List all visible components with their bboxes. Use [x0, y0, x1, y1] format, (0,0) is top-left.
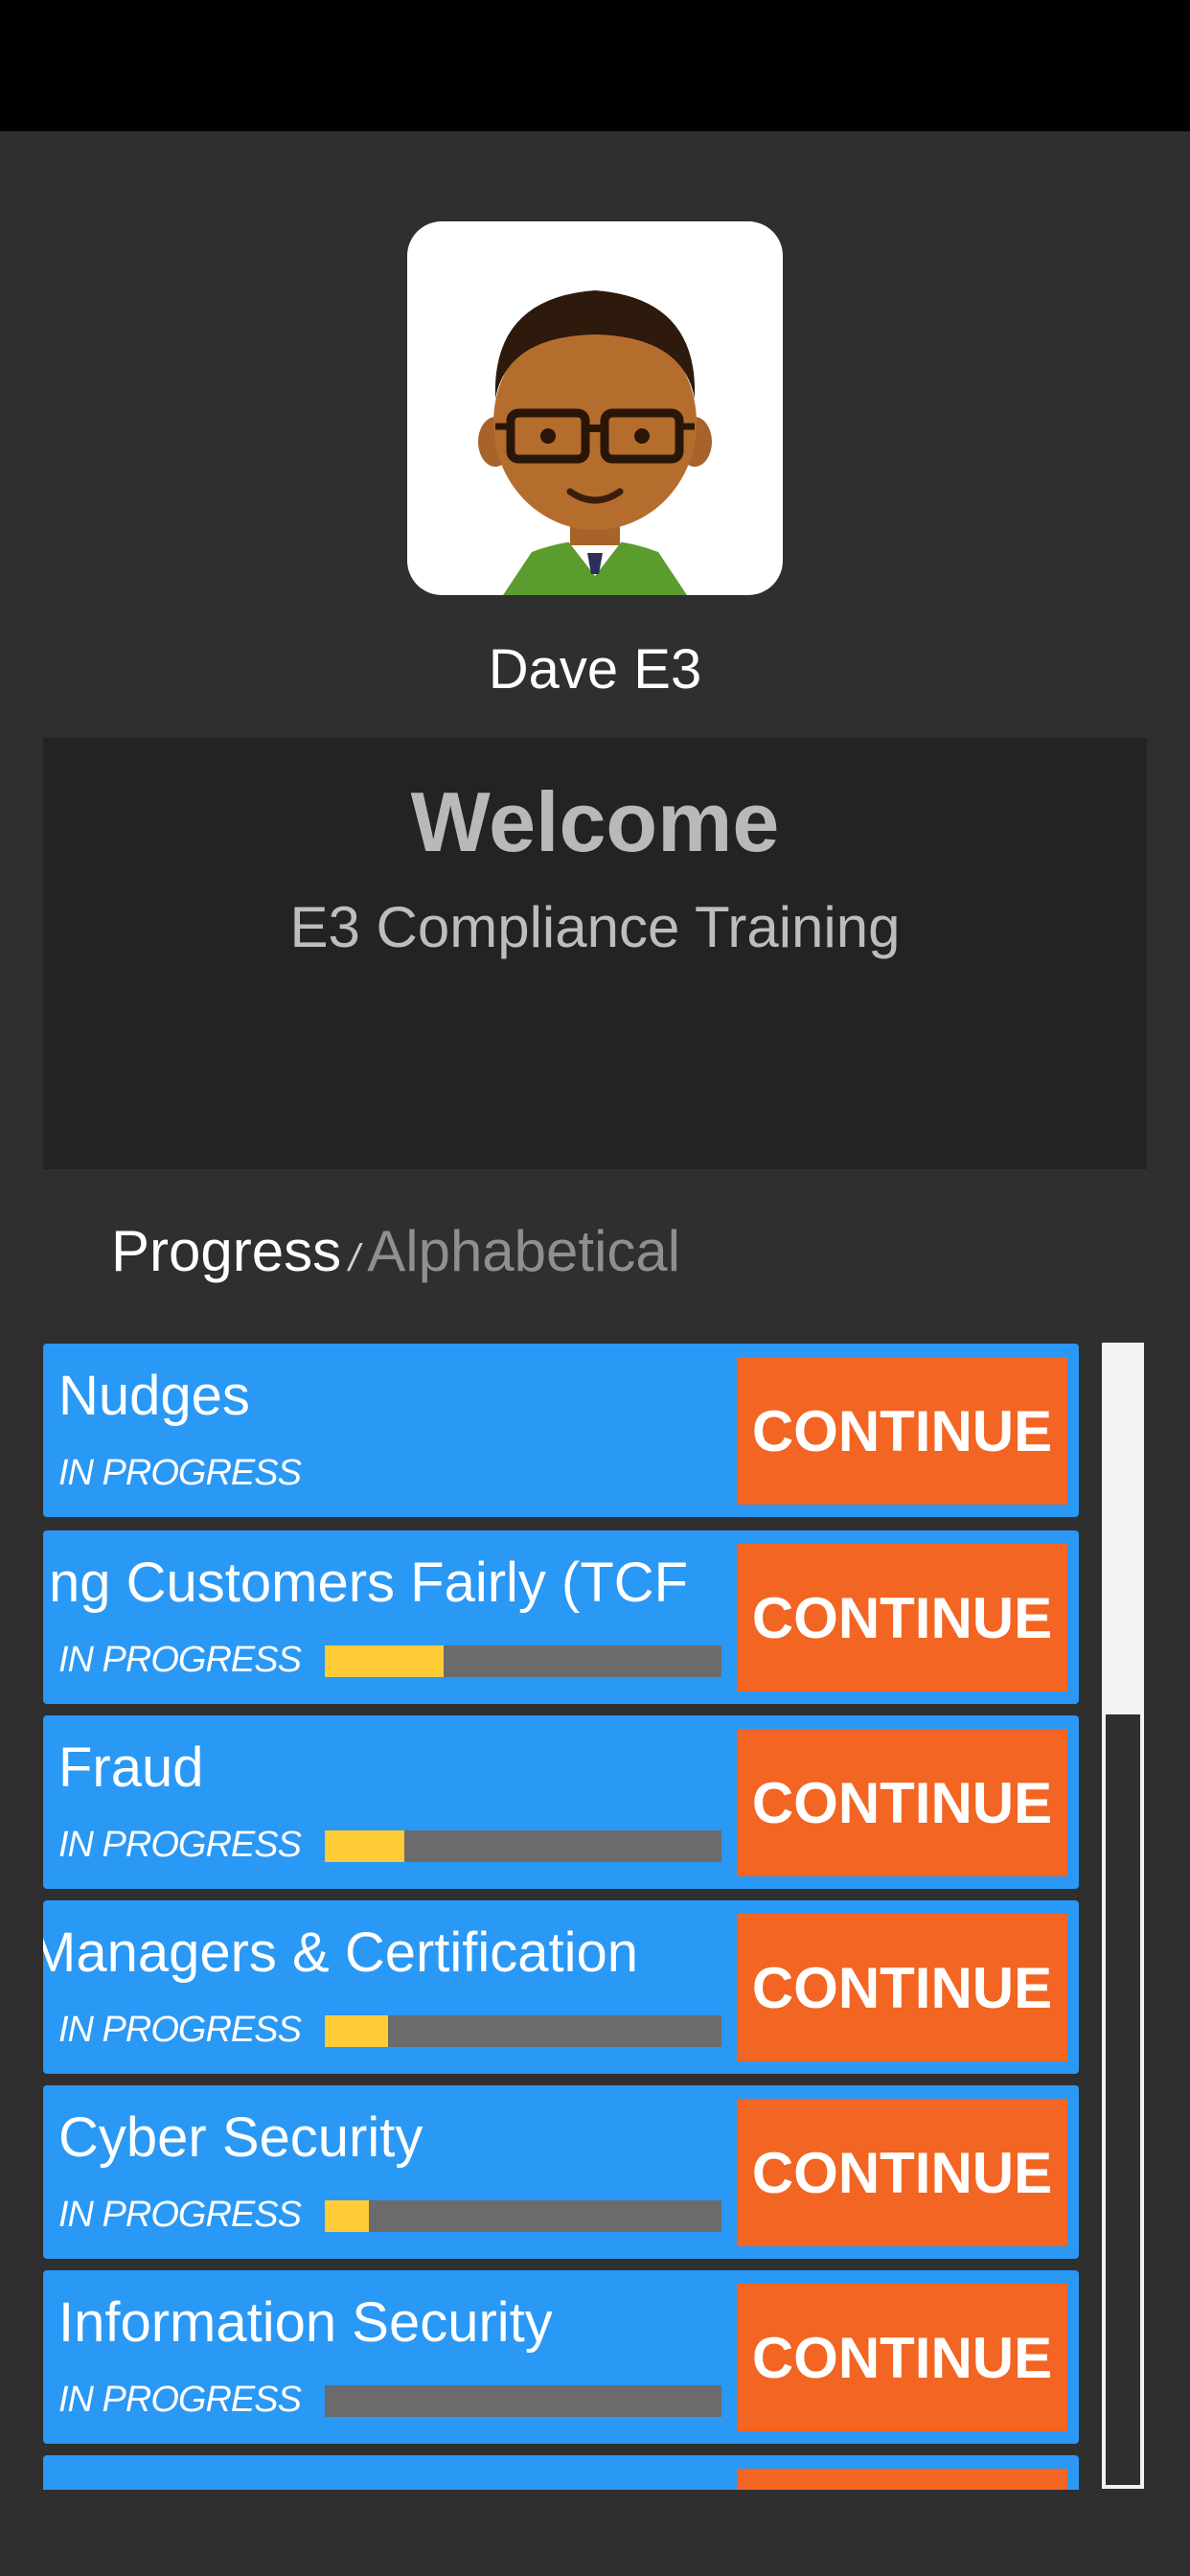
welcome-subtitle: E3 Compliance Training	[289, 895, 901, 959]
course-card[interactable]: Cyber Security IN PROGRESS CONTINUE	[43, 2085, 1079, 2259]
avatar-cartoon-icon	[478, 290, 712, 595]
sort-progress-tab[interactable]: Progress	[111, 1219, 341, 1283]
course-status: IN PROGRESS	[58, 2380, 302, 2420]
course-card[interactable]: Nudges IN PROGRESS CONTINUE	[43, 1344, 1079, 1517]
course-card[interactable]: Managers & Certification IN PROGRESS CON…	[43, 1900, 1079, 2074]
course-title: Managers & Certification	[43, 1921, 639, 1984]
user-name: Dave E3	[488, 638, 702, 701]
continue-button[interactable]: CONTINUE	[737, 1914, 1067, 2061]
status-bar	[0, 0, 1190, 131]
progress-bar	[325, 2200, 721, 2232]
avatar[interactable]	[407, 221, 783, 595]
sort-alphabetical-tab[interactable]: Alphabetical	[367, 1219, 680, 1283]
progress-bar	[325, 2385, 721, 2417]
continue-button[interactable]: CONTINUE	[737, 1544, 1067, 1691]
course-status: IN PROGRESS	[58, 2195, 302, 2235]
continue-button-partial[interactable]	[737, 2469, 1067, 2490]
course-card[interactable]	[43, 2455, 1079, 2490]
sort-separator: /	[349, 1237, 360, 1279]
course-status: IN PROGRESS	[58, 1453, 302, 1493]
progress-fill	[325, 2200, 369, 2232]
progress-fill	[325, 2015, 389, 2047]
course-list[interactable]: Nudges IN PROGRESS CONTINUE ng Customers…	[43, 1344, 1079, 2490]
progress-fill	[325, 1830, 404, 1862]
welcome-title: Welcome	[410, 774, 780, 869]
progress-bar	[325, 1830, 721, 1862]
course-title: ng Customers Fairly (TCF	[49, 1552, 689, 1614]
progress-fill	[325, 1645, 445, 1677]
course-status: IN PROGRESS	[58, 1640, 302, 1680]
continue-button[interactable]: CONTINUE	[737, 2099, 1067, 2246]
continue-button[interactable]: CONTINUE	[737, 2284, 1067, 2431]
course-card[interactable]: ng Customers Fairly (TCF IN PROGRESS CON…	[43, 1530, 1079, 1704]
sort-toggle: Progress / Alphabetical	[111, 1215, 680, 1288]
continue-button[interactable]: CONTINUE	[737, 1729, 1067, 1876]
continue-button[interactable]: CONTINUE	[737, 1357, 1067, 1505]
course-title: Fraud	[58, 1736, 204, 1799]
course-status: IN PROGRESS	[58, 2010, 302, 2050]
progress-bar	[325, 2015, 721, 2047]
course-card[interactable]: Information Security IN PROGRESS CONTINU…	[43, 2270, 1079, 2444]
course-title: Information Security	[58, 2291, 553, 2354]
scrollbar-thumb[interactable]	[1106, 1346, 1140, 1714]
progress-bar	[325, 1645, 721, 1677]
course-card[interactable]: Fraud IN PROGRESS CONTINUE	[43, 1715, 1079, 1889]
course-title: Nudges	[58, 1365, 250, 1427]
course-title: Cyber Security	[58, 2106, 423, 2169]
welcome-panel: Welcome E3 Compliance Training	[43, 738, 1147, 1169]
scrollbar[interactable]	[1102, 1343, 1144, 2489]
course-status: IN PROGRESS	[58, 1825, 302, 1865]
